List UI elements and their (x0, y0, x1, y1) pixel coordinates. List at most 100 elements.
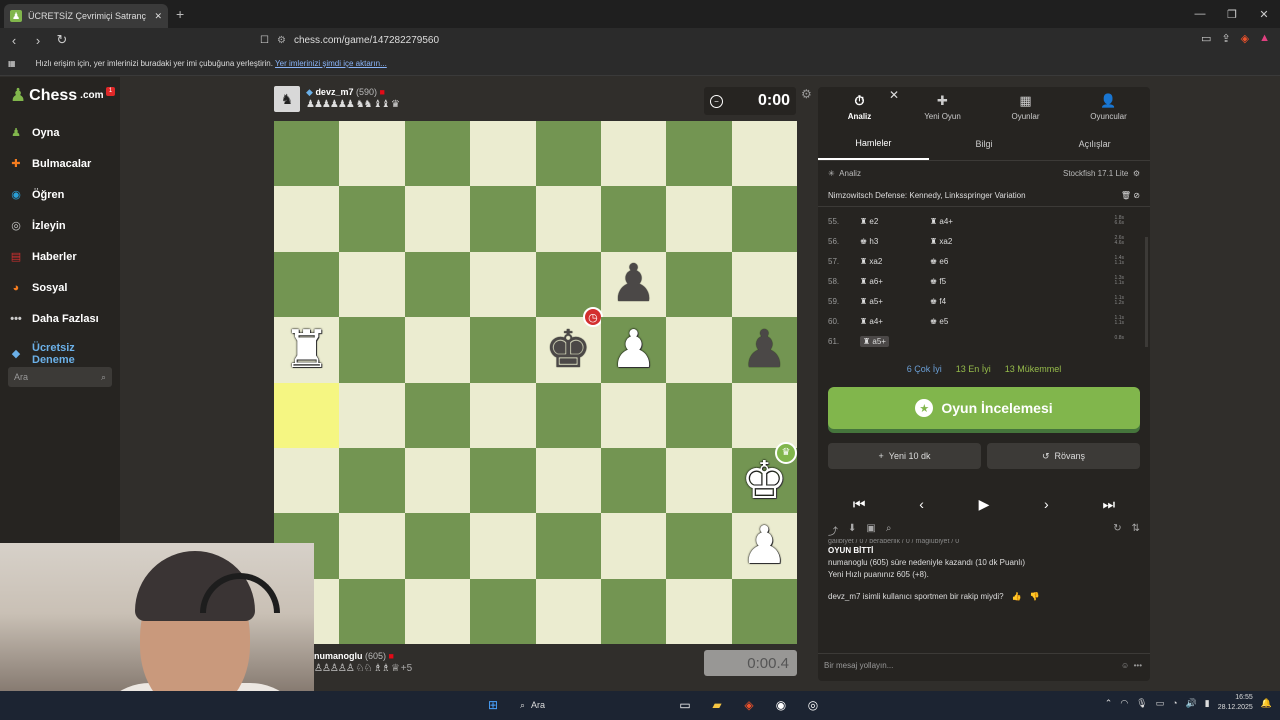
square-c8[interactable] (404, 121, 471, 187)
sidebar-search-input[interactable]: Ara ⌕ (8, 367, 112, 387)
square-g7[interactable] (666, 186, 732, 252)
maximize-button[interactable]: ❐ (1216, 0, 1248, 28)
white-move[interactable]: ♜ a5+ (860, 297, 930, 306)
tab-plus[interactable]: ✚ Yeni Oyun (901, 87, 984, 127)
tab-players[interactable]: 👤 Oyuncular (1067, 87, 1150, 127)
obs-icon[interactable]: ◉ (770, 694, 792, 716)
sidebar-item-0[interactable]: ♟ Oyna (8, 117, 116, 148)
new-game-button[interactable]: + Yeni 10 dk (828, 443, 981, 469)
square-b4[interactable] (339, 382, 405, 448)
zoom-icon[interactable]: ⌕ (886, 523, 892, 539)
black-move[interactable]: ♚ e6 (930, 257, 990, 266)
white-pawn[interactable]: ♟ (741, 520, 788, 572)
refresh-icon[interactable]: ↻ (1113, 523, 1121, 539)
square-e7[interactable] (535, 186, 601, 252)
square-e8[interactable] (535, 121, 601, 187)
square-d5[interactable] (470, 317, 536, 383)
square-e1[interactable] (535, 578, 601, 644)
square-f5[interactable]: ♟ (600, 317, 667, 383)
square-e4[interactable] (535, 382, 601, 448)
flip-board-icon[interactable]: ⇅ (1132, 523, 1140, 539)
black-move[interactable]: ♚ f4 (930, 297, 990, 306)
notifications-icon[interactable]: 🔔 (1261, 698, 1272, 709)
battery-icon[interactable]: ▮ (1205, 698, 1210, 709)
black-move[interactable]: ♚ e5 (930, 317, 990, 326)
back-button[interactable]: ‹ (4, 30, 24, 50)
sidebar-item-1[interactable]: ✚ Bulmacalar (8, 148, 116, 179)
chess-logo[interactable]: ♟ Chess .com (10, 85, 104, 106)
task-view-icon[interactable]: ▭ (674, 694, 696, 716)
image-icon[interactable]: ▣ (866, 523, 875, 539)
square-d7[interactable] (470, 186, 536, 252)
bookmark-icon[interactable]: ☐ (260, 35, 269, 46)
taskbar-clock[interactable]: 16:55 28.12.2025 (1218, 693, 1253, 713)
square-h6[interactable] (731, 251, 797, 318)
square-g3[interactable] (666, 447, 732, 514)
subtab-1[interactable]: Bilgi (929, 127, 1040, 160)
white-pawn[interactable]: ♟ (610, 324, 657, 376)
chess-board[interactable]: ♟ ♜ ♚ ◷ ♟ ♟ ♚ ♛ ♟ (274, 121, 797, 644)
tab-board[interactable]: ▦ Oyunlar (984, 87, 1067, 127)
white-rook[interactable]: ♜ (283, 324, 330, 376)
thumbs-down-icon[interactable]: 👎 (1030, 591, 1040, 603)
next-move-button[interactable]: › (1018, 489, 1074, 519)
display-icon[interactable]: ▭ (1156, 698, 1165, 709)
white-move[interactable]: ♜ a5+ (860, 335, 889, 347)
share-icon[interactable]: ⇪ (1221, 32, 1230, 45)
start-icon[interactable]: ⊞ (482, 694, 504, 716)
forward-button[interactable]: › (28, 30, 48, 50)
white-move[interactable]: ♜ xa2 (860, 257, 930, 266)
taskbar-search[interactable]: ⌕ Ara (514, 694, 664, 716)
file-explorer-icon[interactable]: ▰ (706, 694, 728, 716)
mic-icon[interactable]: 🎙 (1136, 698, 1147, 709)
square-f4[interactable] (600, 382, 667, 448)
square-h1[interactable] (731, 578, 797, 644)
square-a6[interactable] (274, 251, 340, 318)
square-e2[interactable] (535, 513, 601, 579)
brave-rewards-icon[interactable]: ▲ (1259, 32, 1270, 45)
square-c5[interactable] (404, 317, 471, 383)
block-icon[interactable]: ⊘ (1133, 191, 1140, 200)
brave-shield-icon[interactable]: ◈ (1241, 32, 1249, 45)
game-review-button[interactable]: ★ Oyun İncelemesi (828, 387, 1140, 429)
square-f6[interactable]: ♟ (600, 251, 667, 318)
square-f2[interactable] (600, 513, 667, 579)
square-b6[interactable] (339, 251, 405, 318)
subtab-2[interactable]: Açılışlar (1039, 127, 1150, 160)
square-d6[interactable] (470, 251, 536, 318)
square-a8[interactable] (274, 121, 340, 187)
reload-button[interactable]: ↻ (52, 30, 72, 50)
square-c2[interactable] (404, 513, 471, 579)
square-b2[interactable] (339, 513, 405, 579)
square-h2[interactable]: ♟ (731, 513, 797, 579)
square-c4[interactable] (404, 382, 471, 448)
square-h8[interactable] (731, 121, 797, 187)
square-f8[interactable] (600, 121, 667, 187)
new-tab-button[interactable]: + (176, 6, 184, 22)
analysis-toggle-icon[interactable]: ✳ (828, 169, 835, 178)
square-g8[interactable] (666, 121, 732, 187)
search-icon[interactable]: ⌕ (101, 372, 106, 383)
square-a4[interactable] (274, 382, 340, 448)
square-a3[interactable] (274, 447, 340, 514)
delete-icon[interactable]: 🗑 (1121, 191, 1131, 200)
close-window-button[interactable]: ✕ (1248, 0, 1280, 28)
top-player-name[interactable]: devz_m7 (315, 87, 353, 97)
black-move[interactable]: ♜ xa2 (930, 237, 990, 246)
square-d4[interactable] (470, 382, 536, 448)
square-d3[interactable] (470, 447, 536, 514)
download-icon[interactable]: ⬇ (848, 523, 856, 539)
volume-icon[interactable]: 🔊 (1186, 698, 1197, 709)
moves-scrollbar[interactable] (1145, 237, 1148, 347)
opening-name[interactable]: Nimzowitsch Defense: Kennedy, Linkssprin… (828, 191, 1026, 200)
wifi-icon[interactable]: ◔ (1172, 698, 1177, 708)
browser-tab[interactable]: ♟ ÜCRETSİZ Çevrimiçi Satranç Oyn ✕ (4, 4, 168, 28)
import-bookmarks-link[interactable]: Yer imlerinizi şimdi içe aktarın... (275, 59, 387, 68)
app-icon[interactable]: ◎ (802, 694, 824, 716)
url-field[interactable]: ☐ ⚙ chess.com/game/147282279560 (260, 30, 1000, 50)
chevron-up-icon[interactable]: ⌃ (1105, 698, 1113, 709)
subtab-0[interactable]: Hamleler (818, 127, 929, 160)
black-pawn[interactable]: ♟ (741, 324, 788, 376)
square-b1[interactable] (339, 578, 405, 644)
square-d8[interactable] (470, 121, 536, 187)
